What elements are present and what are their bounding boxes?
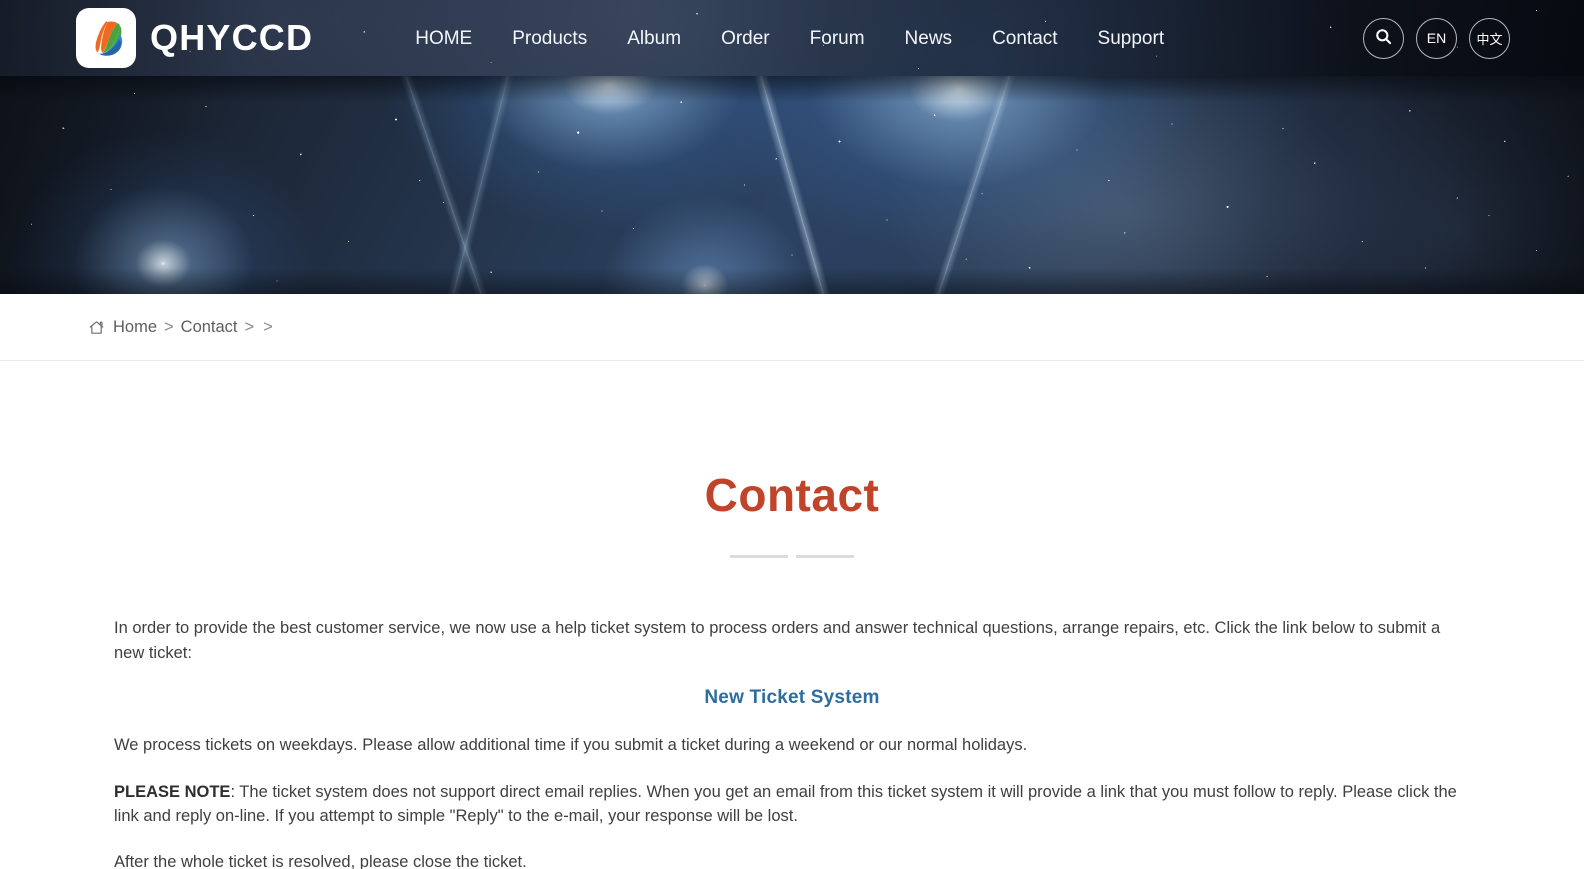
contact-body: In order to provide the best customer se…: [112, 616, 1472, 869]
brand-name: QHYCCD: [150, 17, 314, 58]
breadcrumb-bar: Home > Contact > >: [0, 294, 1584, 361]
nav-item-products[interactable]: Products: [492, 21, 607, 56]
nav-item-home[interactable]: HOME: [395, 21, 492, 56]
page-title: Contact: [704, 469, 880, 521]
search-icon: [1374, 27, 1393, 49]
nav-item-contact[interactable]: Contact: [972, 21, 1077, 56]
title-divider-right: [796, 555, 854, 559]
please-note-paragraph: PLEASE NOTE: The ticket system does not …: [114, 780, 1470, 829]
nav-item-news[interactable]: News: [885, 21, 973, 56]
nav-item-support[interactable]: Support: [1078, 21, 1185, 56]
main-navigation: HOME Products Album Order Forum News Con…: [395, 21, 1184, 56]
site-header: QHYCCD HOME Products Album Order Forum N…: [0, 0, 1584, 76]
site-logo-link[interactable]: QHYCCD: [76, 8, 313, 68]
please-note-body: : The ticket system does not support dir…: [114, 782, 1457, 825]
qhyccd-swoosh-logo-icon: [76, 8, 136, 68]
nav-item-forum[interactable]: Forum: [790, 21, 885, 56]
hero-banner: [0, 76, 1584, 294]
banner-vignette: [0, 76, 1584, 294]
search-button[interactable]: [1363, 17, 1404, 59]
breadcrumb-separator-3: >: [263, 317, 273, 336]
weekdays-note-paragraph: We process tickets on weekdays. Please a…: [114, 736, 1028, 755]
breadcrumb: Home > Contact > >: [88, 318, 275, 337]
intro-paragraph: In order to provide the best customer se…: [114, 619, 1441, 662]
please-note-label: PLEASE NOTE: [114, 782, 231, 801]
new-ticket-system-link[interactable]: New Ticket System: [704, 687, 879, 708]
main-content: Contact In order to provide the best cus…: [0, 361, 1584, 869]
nav-item-album[interactable]: Album: [607, 21, 701, 56]
nav-item-order[interactable]: Order: [701, 21, 790, 56]
breadcrumb-separator-2: >: [244, 317, 255, 336]
breadcrumb-item-contact[interactable]: Contact: [181, 318, 238, 337]
language-en-button[interactable]: EN: [1416, 17, 1457, 59]
home-icon: [88, 319, 105, 336]
language-cn-button[interactable]: 中文: [1469, 17, 1510, 59]
close-ticket-paragraph: After the whole ticket is resolved, plea…: [114, 853, 527, 869]
header-actions: EN 中文: [1363, 17, 1510, 59]
title-divider-left: [730, 555, 788, 559]
title-divider: [0, 555, 1584, 559]
ticket-link-container: New Ticket System: [114, 687, 1470, 709]
breadcrumb-item-home[interactable]: Home: [113, 318, 157, 337]
breadcrumb-separator-1: >: [164, 317, 174, 336]
